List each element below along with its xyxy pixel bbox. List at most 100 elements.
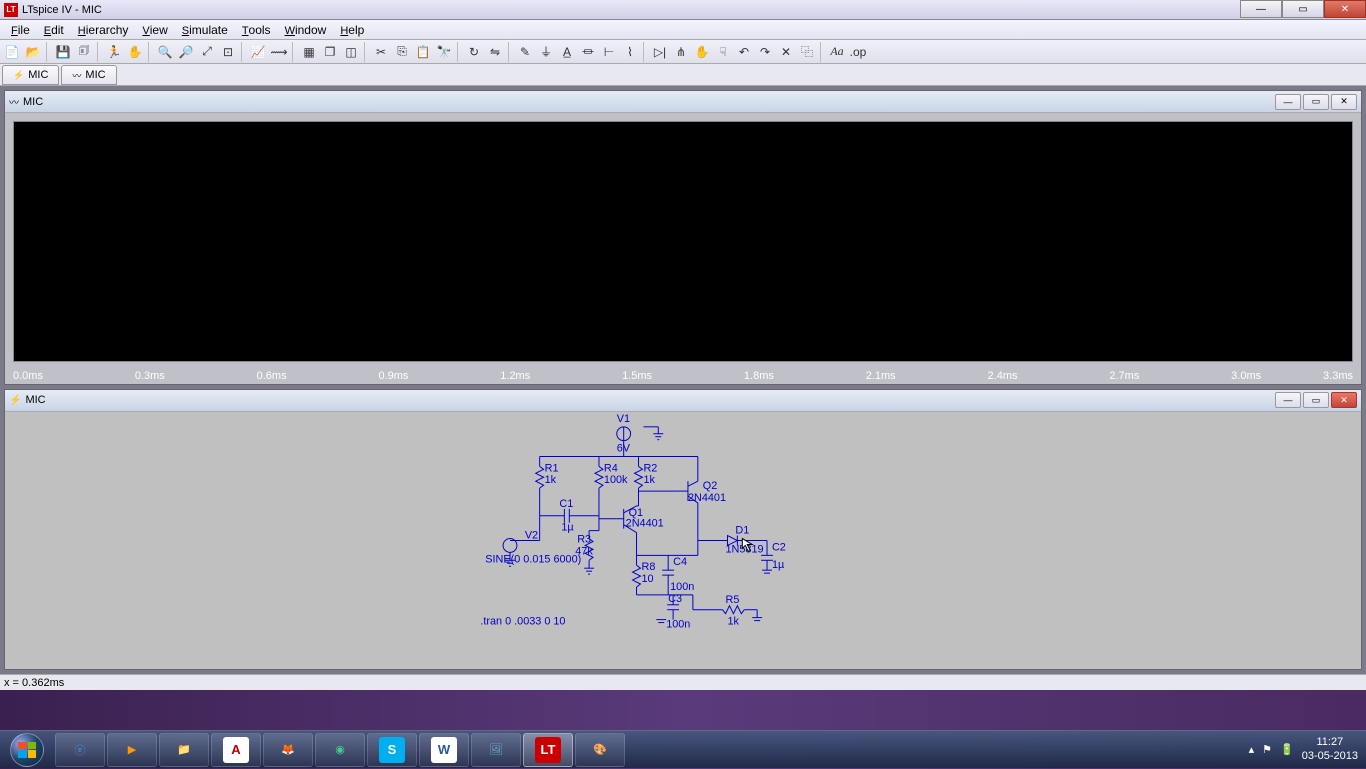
svg-text:SINE(0 0.015 6000): SINE(0 0.015 6000) bbox=[485, 553, 581, 565]
svg-text:1µ: 1µ bbox=[772, 559, 784, 571]
find-button[interactable]: 🔭 bbox=[434, 42, 454, 62]
tray-clock[interactable]: 11:27 03-05-2013 bbox=[1302, 736, 1358, 762]
tile-button[interactable]: ▦ bbox=[299, 42, 319, 62]
waveform-tab-icon: 〰 bbox=[72, 69, 81, 82]
text-button[interactable]: Aa bbox=[827, 42, 847, 62]
schematic-panel-titlebar[interactable]: ⚡ MIC — ▭ ✕ bbox=[5, 390, 1361, 412]
capacitor-button[interactable]: ⊢ bbox=[599, 42, 619, 62]
zoom-in-button[interactable]: 🔍 bbox=[155, 42, 175, 62]
zoom-out-button[interactable]: 🔎 bbox=[176, 42, 196, 62]
waveform-close-button[interactable]: ✕ bbox=[1331, 94, 1357, 110]
schematic-content[interactable]: V1 6V R1 1k R4 100k R2 1k bbox=[5, 412, 1361, 669]
menu-view[interactable]: View bbox=[135, 21, 174, 39]
taskbar-explorer[interactable]: 📁 bbox=[159, 733, 209, 767]
paste-button[interactable]: 📋 bbox=[413, 42, 433, 62]
svg-text:R8: R8 bbox=[641, 561, 655, 573]
skype-icon: S bbox=[379, 737, 405, 763]
redo-button[interactable]: ↷ bbox=[755, 42, 775, 62]
taskbar-word[interactable]: W bbox=[419, 733, 469, 767]
tray-chevron-icon[interactable]: ▴ bbox=[1249, 743, 1255, 756]
taskbar-skype[interactable]: S bbox=[367, 733, 417, 767]
run-button[interactable]: 🏃 bbox=[104, 42, 124, 62]
copy-button[interactable]: ⎘ bbox=[392, 42, 412, 62]
minimize-button[interactable]: — bbox=[1240, 0, 1282, 18]
autorange-button[interactable]: 📈 bbox=[248, 42, 268, 62]
schematic-canvas[interactable]: V1 6V R1 1k R4 100k R2 1k bbox=[5, 412, 1361, 669]
main-toolbar: 📄📂💾🗊🏃✋🔍🔎⤢⊡📈⟿▦❐◫✂⎘📋🔭↻⇋✎⏚A̲⏛⊢⌇▷|⋔✋☟↶↷✕⿻Aa.… bbox=[0, 40, 1366, 64]
taskbar-media-player[interactable]: ▶ bbox=[107, 733, 157, 767]
waveform-content[interactable]: 0.0ms0.3ms0.6ms0.9ms1.2ms1.5ms1.8ms2.1ms… bbox=[5, 113, 1361, 384]
waveform-plot-area[interactable] bbox=[13, 121, 1353, 362]
spice-button[interactable]: .op bbox=[848, 42, 868, 62]
component-button[interactable]: ⋔ bbox=[671, 42, 691, 62]
svg-text:1k: 1k bbox=[643, 474, 655, 486]
schematic-maximize-button[interactable]: ▭ bbox=[1303, 392, 1329, 408]
svg-text:1k: 1k bbox=[727, 616, 739, 628]
inductor-button[interactable]: ⌇ bbox=[620, 42, 640, 62]
menu-tools[interactable]: Tools bbox=[235, 21, 278, 39]
xaxis-tick: 0.3ms bbox=[135, 370, 165, 382]
maximize-button[interactable]: ▭ bbox=[1282, 0, 1324, 18]
menu-help[interactable]: Help bbox=[333, 21, 371, 39]
draw-wire-button[interactable]: ✎ bbox=[515, 42, 535, 62]
pick-button[interactable]: ⟿ bbox=[269, 42, 289, 62]
svg-text:6V: 6V bbox=[617, 443, 631, 455]
tray-time: 11:27 bbox=[1302, 736, 1358, 749]
close-button[interactable]: ✕ bbox=[1324, 0, 1366, 18]
ground-button[interactable]: ⏚ bbox=[536, 42, 556, 62]
rotate-button[interactable]: ↻ bbox=[464, 42, 484, 62]
svg-text:V1: V1 bbox=[617, 413, 630, 425]
xaxis-tick: 0.6ms bbox=[257, 370, 287, 382]
tray-battery-icon[interactable]: 🔋 bbox=[1280, 743, 1294, 756]
taskbar-photo-viewer[interactable]: 🖼 bbox=[471, 733, 521, 767]
tray-date: 03-05-2013 bbox=[1302, 750, 1358, 763]
delete-button[interactable]: ✕ bbox=[776, 42, 796, 62]
svg-text:R2: R2 bbox=[643, 462, 657, 474]
cut-button[interactable]: ✂ bbox=[371, 42, 391, 62]
menu-window[interactable]: Window bbox=[278, 21, 334, 39]
print-button[interactable]: 🗊 bbox=[74, 42, 94, 62]
diode-button[interactable]: ▷| bbox=[650, 42, 670, 62]
halt-button[interactable]: ✋ bbox=[125, 42, 145, 62]
taskbar-ltspice[interactable]: LT bbox=[523, 733, 573, 767]
menu-edit[interactable]: Edit bbox=[37, 21, 71, 39]
waveform-panel-titlebar[interactable]: 〰 MIC — ▭ ✕ bbox=[5, 91, 1361, 113]
waveform-tab[interactable]: 〰MIC bbox=[61, 65, 116, 85]
copy-bmp-button[interactable]: ◫ bbox=[341, 42, 361, 62]
menu-file[interactable]: File bbox=[4, 21, 37, 39]
drag-button[interactable]: ☟ bbox=[713, 42, 733, 62]
schematic-minimize-button[interactable]: — bbox=[1275, 392, 1301, 408]
taskbar-ie[interactable]: ⓔ bbox=[55, 733, 105, 767]
mirror-button[interactable]: ⇋ bbox=[485, 42, 505, 62]
start-button[interactable] bbox=[0, 731, 54, 769]
resistor-button[interactable]: ⏛ bbox=[578, 42, 598, 62]
taskbar-paint[interactable]: 🎨 bbox=[575, 733, 625, 767]
svg-text:C3: C3 bbox=[668, 593, 682, 605]
menu-simulate[interactable]: Simulate bbox=[175, 21, 235, 39]
new-schematic-button[interactable]: 📄 bbox=[2, 42, 22, 62]
taskbar-firefox[interactable]: 🦊 bbox=[263, 733, 313, 767]
waveform-minimize-button[interactable]: — bbox=[1275, 94, 1301, 110]
taskbar-chrome[interactable]: ◉ bbox=[315, 733, 365, 767]
window-controls: — ▭ ✕ bbox=[1240, 0, 1366, 18]
open-button[interactable]: 📂 bbox=[23, 42, 43, 62]
svg-text:R5: R5 bbox=[726, 594, 740, 606]
duplicate-button[interactable]: ⿻ bbox=[797, 42, 817, 62]
move-button[interactable]: ✋ bbox=[692, 42, 712, 62]
xaxis-tick: 3.0ms bbox=[1231, 370, 1261, 382]
zoom-fit-button[interactable]: ⊡ bbox=[218, 42, 238, 62]
svg-text:100n: 100n bbox=[670, 581, 694, 593]
menu-hierarchy[interactable]: Hierarchy bbox=[71, 21, 136, 39]
label-button[interactable]: A̲ bbox=[557, 42, 577, 62]
schematic-close-button[interactable]: ✕ bbox=[1331, 392, 1357, 408]
undo-button[interactable]: ↶ bbox=[734, 42, 754, 62]
tray-flag-icon[interactable]: ⚑ bbox=[1262, 743, 1272, 756]
schematic-tab[interactable]: ⚡MIC bbox=[2, 65, 59, 85]
waveform-maximize-button[interactable]: ▭ bbox=[1303, 94, 1329, 110]
zoom-area-button[interactable]: ⤢ bbox=[197, 42, 217, 62]
waveform-xaxis: 0.0ms0.3ms0.6ms0.9ms1.2ms1.5ms1.8ms2.1ms… bbox=[13, 364, 1353, 382]
cascade-button[interactable]: ❐ bbox=[320, 42, 340, 62]
save-button[interactable]: 💾 bbox=[53, 42, 73, 62]
app-logo-icon: LT bbox=[4, 3, 18, 17]
taskbar-adobe-reader[interactable]: A bbox=[211, 733, 261, 767]
